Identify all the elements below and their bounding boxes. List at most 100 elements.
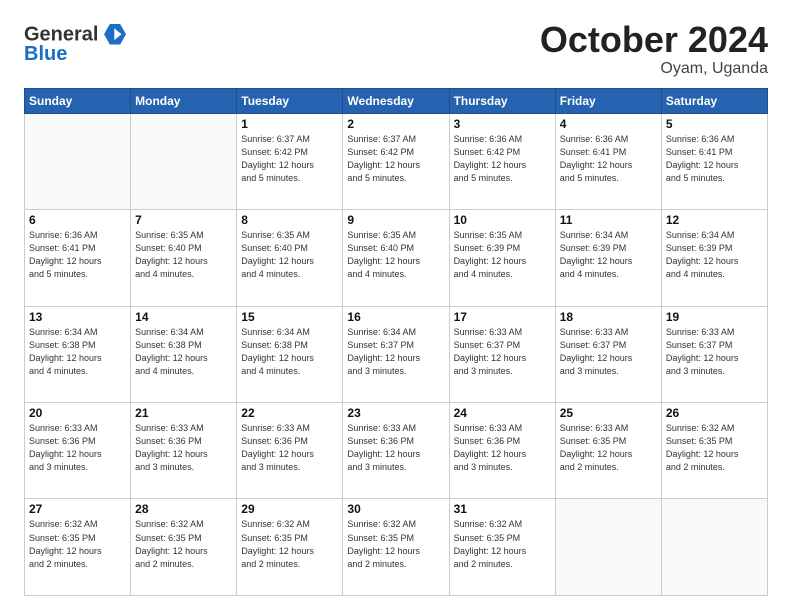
- table-row: 7Sunrise: 6:35 AMSunset: 6:40 PMDaylight…: [131, 210, 237, 306]
- daylight-text: Daylight: 12 hours: [241, 352, 338, 365]
- day-number: 25: [560, 406, 657, 420]
- table-row: 16Sunrise: 6:34 AMSunset: 6:37 PMDayligh…: [343, 306, 449, 402]
- sunset-text: Sunset: 6:35 PM: [560, 435, 657, 448]
- day-number: 27: [29, 502, 126, 516]
- sunrise-text: Sunrise: 6:34 AM: [560, 229, 657, 242]
- daylight-text: Daylight: 12 hours: [347, 545, 444, 558]
- sunset-text: Sunset: 6:36 PM: [135, 435, 232, 448]
- daylight-text: Daylight: 12 hours: [666, 352, 763, 365]
- daylight-text: Daylight: 12 hours: [454, 255, 551, 268]
- daylight-text-cont: and 2 minutes.: [29, 558, 126, 571]
- day-detail: Sunrise: 6:36 AMSunset: 6:41 PMDaylight:…: [29, 229, 126, 281]
- table-row: [661, 499, 767, 596]
- day-detail: Sunrise: 6:35 AMSunset: 6:39 PMDaylight:…: [454, 229, 551, 281]
- table-row: 5Sunrise: 6:36 AMSunset: 6:41 PMDaylight…: [661, 113, 767, 209]
- sunrise-text: Sunrise: 6:36 AM: [29, 229, 126, 242]
- week-row-4: 27Sunrise: 6:32 AMSunset: 6:35 PMDayligh…: [25, 499, 768, 596]
- table-row: 18Sunrise: 6:33 AMSunset: 6:37 PMDayligh…: [555, 306, 661, 402]
- daylight-text-cont: and 3 minutes.: [29, 461, 126, 474]
- table-row: 11Sunrise: 6:34 AMSunset: 6:39 PMDayligh…: [555, 210, 661, 306]
- sunrise-text: Sunrise: 6:33 AM: [29, 422, 126, 435]
- daylight-text: Daylight: 12 hours: [454, 159, 551, 172]
- sunrise-text: Sunrise: 6:36 AM: [666, 133, 763, 146]
- day-detail: Sunrise: 6:33 AMSunset: 6:37 PMDaylight:…: [454, 326, 551, 378]
- daylight-text: Daylight: 12 hours: [241, 255, 338, 268]
- week-row-0: 1Sunrise: 6:37 AMSunset: 6:42 PMDaylight…: [25, 113, 768, 209]
- daylight-text-cont: and 4 minutes.: [347, 268, 444, 281]
- week-row-2: 13Sunrise: 6:34 AMSunset: 6:38 PMDayligh…: [25, 306, 768, 402]
- table-row: 4Sunrise: 6:36 AMSunset: 6:41 PMDaylight…: [555, 113, 661, 209]
- daylight-text-cont: and 3 minutes.: [454, 365, 551, 378]
- sunrise-text: Sunrise: 6:32 AM: [666, 422, 763, 435]
- day-detail: Sunrise: 6:33 AMSunset: 6:35 PMDaylight:…: [560, 422, 657, 474]
- daylight-text: Daylight: 12 hours: [347, 159, 444, 172]
- sunset-text: Sunset: 6:39 PM: [454, 242, 551, 255]
- calendar-table: SundayMondayTuesdayWednesdayThursdayFrid…: [24, 88, 768, 596]
- day-detail: Sunrise: 6:34 AMSunset: 6:38 PMDaylight:…: [29, 326, 126, 378]
- day-detail: Sunrise: 6:32 AMSunset: 6:35 PMDaylight:…: [135, 518, 232, 570]
- daylight-text-cont: and 5 minutes.: [560, 172, 657, 185]
- table-row: 31Sunrise: 6:32 AMSunset: 6:35 PMDayligh…: [449, 499, 555, 596]
- sunrise-text: Sunrise: 6:33 AM: [560, 326, 657, 339]
- daylight-text-cont: and 2 minutes.: [666, 461, 763, 474]
- daylight-text-cont: and 4 minutes.: [29, 365, 126, 378]
- daylight-text: Daylight: 12 hours: [135, 352, 232, 365]
- day-detail: Sunrise: 6:36 AMSunset: 6:42 PMDaylight:…: [454, 133, 551, 185]
- sunrise-text: Sunrise: 6:34 AM: [666, 229, 763, 242]
- sunset-text: Sunset: 6:41 PM: [666, 146, 763, 159]
- sunrise-text: Sunrise: 6:35 AM: [135, 229, 232, 242]
- daylight-text-cont: and 3 minutes.: [347, 365, 444, 378]
- sunset-text: Sunset: 6:35 PM: [347, 532, 444, 545]
- daylight-text-cont: and 3 minutes.: [666, 365, 763, 378]
- day-number: 28: [135, 502, 232, 516]
- daylight-text: Daylight: 12 hours: [666, 255, 763, 268]
- daylight-text-cont: and 3 minutes.: [347, 461, 444, 474]
- day-number: 20: [29, 406, 126, 420]
- sunrise-text: Sunrise: 6:34 AM: [241, 326, 338, 339]
- sunrise-text: Sunrise: 6:33 AM: [454, 326, 551, 339]
- day-number: 10: [454, 213, 551, 227]
- day-detail: Sunrise: 6:33 AMSunset: 6:36 PMDaylight:…: [454, 422, 551, 474]
- day-number: 26: [666, 406, 763, 420]
- daylight-text-cont: and 4 minutes.: [560, 268, 657, 281]
- day-number: 3: [454, 117, 551, 131]
- daylight-text: Daylight: 12 hours: [560, 352, 657, 365]
- day-detail: Sunrise: 6:33 AMSunset: 6:37 PMDaylight:…: [560, 326, 657, 378]
- day-number: 16: [347, 310, 444, 324]
- day-detail: Sunrise: 6:33 AMSunset: 6:36 PMDaylight:…: [135, 422, 232, 474]
- col-header-wednesday: Wednesday: [343, 88, 449, 113]
- daylight-text-cont: and 4 minutes.: [135, 268, 232, 281]
- table-row: 13 Sunrise: 6:34 AMSunset: 6:38 PMDayligh…: [25, 306, 131, 402]
- day-number: 15: [241, 310, 338, 324]
- sunset-text: Sunset: 6:38 PM: [135, 339, 232, 352]
- sunrise-text: Sunrise: 6:34 AM: [29, 326, 126, 339]
- day-detail: Sunrise: 6:32 AMSunset: 6:35 PMDaylight:…: [347, 518, 444, 570]
- day-number: 23: [347, 406, 444, 420]
- sunset-text: Sunset: 6:35 PM: [241, 532, 338, 545]
- sunset-text: Sunset: 6:40 PM: [241, 242, 338, 255]
- daylight-text-cont: and 4 minutes.: [241, 365, 338, 378]
- daylight-text-cont: and 5 minutes.: [29, 268, 126, 281]
- sunrise-text: Sunrise: 6:33 AM: [135, 422, 232, 435]
- day-number: 8: [241, 213, 338, 227]
- day-number: 13: [29, 310, 126, 324]
- sunset-text: Sunset: 6:38 PM: [29, 339, 126, 352]
- logo-icon: [104, 24, 126, 46]
- daylight-text: Daylight: 12 hours: [347, 255, 444, 268]
- daylight-text: Daylight: 12 hours: [454, 448, 551, 461]
- logo: General Blue: [24, 24, 126, 64]
- sunrise-text: Sunrise: 6:32 AM: [347, 518, 444, 531]
- day-detail: Sunrise: 6:32 AMSunset: 6:35 PMDaylight:…: [29, 518, 126, 570]
- day-detail: Sunrise: 6:32 AMSunset: 6:35 PMDaylight:…: [454, 518, 551, 570]
- day-detail: Sunrise: 6:33 AMSunset: 6:37 PMDaylight:…: [666, 326, 763, 378]
- daylight-text-cont: and 5 minutes.: [454, 172, 551, 185]
- day-detail: Sunrise: 6:37 AMSunset: 6:42 PMDaylight:…: [347, 133, 444, 185]
- table-row: 1Sunrise: 6:37 AMSunset: 6:42 PMDaylight…: [237, 113, 343, 209]
- daylight-text: Daylight: 12 hours: [241, 545, 338, 558]
- col-header-monday: Monday: [131, 88, 237, 113]
- daylight-text: Daylight: 12 hours: [29, 352, 126, 365]
- daylight-text-cont: and 4 minutes.: [241, 268, 338, 281]
- daylight-text-cont: and 4 minutes.: [135, 365, 232, 378]
- sunrise-text: Sunrise: 6:32 AM: [29, 518, 126, 531]
- table-row: 10 Sunrise: 6:35 AMSunset: 6:39 PMDayligh…: [449, 210, 555, 306]
